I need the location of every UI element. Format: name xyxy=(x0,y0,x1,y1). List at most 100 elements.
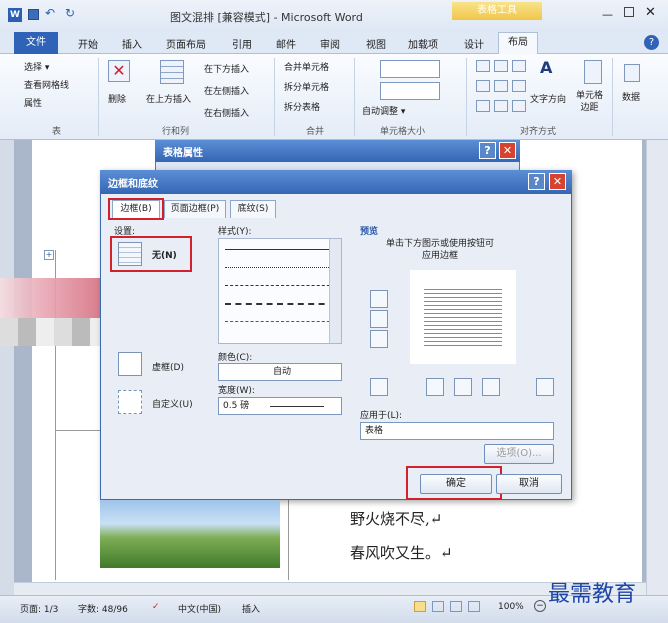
insert-above-button[interactable]: 在上方插入 xyxy=(146,92,191,105)
insert-below-button[interactable]: 在下方插入 xyxy=(204,62,249,75)
cancel-button[interactable]: 取消 xyxy=(496,474,562,494)
outline-view-icon[interactable] xyxy=(468,601,480,612)
left-border-icon[interactable] xyxy=(426,378,444,396)
style-dotted[interactable] xyxy=(225,267,335,268)
delete-icon[interactable]: ✕ xyxy=(108,60,130,82)
insert-left-button[interactable]: 在左侧插入 xyxy=(204,84,249,97)
apply-to-select[interactable]: 表格 xyxy=(360,422,554,440)
setting-grid-icon[interactable] xyxy=(118,352,142,376)
undo-icon[interactable]: ↶ xyxy=(45,6,55,20)
split-table-button[interactable]: 拆分表格 xyxy=(284,100,320,113)
preview-label: 预览 xyxy=(360,227,379,237)
row-height-input[interactable] xyxy=(380,60,440,78)
width-line-sample xyxy=(270,406,324,407)
vertical-scrollbar[interactable] xyxy=(646,140,668,595)
options-button[interactable]: 选项(O)... xyxy=(484,444,554,464)
right-border-icon[interactable] xyxy=(482,378,500,396)
tab-file[interactable]: 文件 xyxy=(14,32,58,54)
split-cells-button[interactable]: 拆分单元格 xyxy=(284,80,329,93)
help-icon[interactable]: ? xyxy=(644,35,659,50)
inside-horizontal-border-icon[interactable] xyxy=(370,310,388,328)
style-solid[interactable] xyxy=(225,249,335,250)
table-properties-close-icon[interactable]: ✕ xyxy=(499,142,516,159)
align-top-center-icon[interactable] xyxy=(494,60,508,72)
column-width-input[interactable] xyxy=(380,82,440,100)
group-label-cell-size: 单元格大小 xyxy=(380,127,426,137)
status-page[interactable]: 页面: 1/3 xyxy=(20,602,58,615)
style-dashed[interactable] xyxy=(225,285,335,286)
fullscreen-view-icon[interactable] xyxy=(432,601,444,612)
text-direction-button[interactable]: 文字方向 xyxy=(530,92,566,105)
setting-custom-icon[interactable] xyxy=(118,390,142,414)
tab-page-layout[interactable]: 页面布局 xyxy=(166,36,206,51)
zoom-out-icon[interactable]: − xyxy=(534,600,546,612)
tab-home[interactable]: 开始 xyxy=(78,36,98,51)
tab-review[interactable]: 审阅 xyxy=(320,36,340,51)
tab-mailings[interactable]: 邮件 xyxy=(276,36,296,51)
autofit-button[interactable]: 自动调整 ▾ xyxy=(362,104,405,117)
status-insert-mode[interactable]: 插入 xyxy=(242,602,260,615)
status-words[interactable]: 字数: 48/96 xyxy=(78,602,128,615)
table-move-handle-icon[interactable]: + xyxy=(44,250,54,260)
print-layout-view-icon[interactable] xyxy=(414,601,426,612)
borders-shading-help-icon[interactable]: ? xyxy=(528,173,545,190)
tab-design[interactable]: 设计 xyxy=(464,36,484,51)
diagonal-down-border-icon[interactable] xyxy=(536,378,554,396)
align-middle-center-icon[interactable] xyxy=(494,80,508,92)
save-icon[interactable] xyxy=(28,9,39,20)
tab-addins[interactable]: 加载项 xyxy=(408,36,438,51)
diagonal-up-border-icon[interactable] xyxy=(370,378,388,396)
setting-grid[interactable]: 虚框(D) xyxy=(152,360,184,373)
insert-above-icon[interactable] xyxy=(160,60,184,84)
style-long-dash[interactable] xyxy=(225,303,335,305)
align-middle-right-icon[interactable] xyxy=(512,80,526,92)
highlight-ok-button xyxy=(406,466,502,500)
cell-margins-icon[interactable] xyxy=(584,60,602,84)
tab-shading[interactable]: 底纹(S) xyxy=(230,200,276,218)
document-photo[interactable] xyxy=(100,500,280,568)
setting-custom[interactable]: 自定义(U) xyxy=(152,397,193,410)
style-list-scrollbar[interactable] xyxy=(329,239,341,343)
tab-view[interactable]: 视图 xyxy=(366,36,386,51)
merge-cells-button[interactable]: 合并单元格 xyxy=(284,60,329,73)
text-direction-icon[interactable]: A xyxy=(540,58,552,77)
data-icon[interactable] xyxy=(624,64,640,82)
table-properties-help-icon[interactable]: ? xyxy=(479,142,496,159)
align-bottom-right-icon[interactable] xyxy=(512,100,526,112)
cell-margins-button[interactable]: 单元格 边距 xyxy=(576,90,603,114)
color-select[interactable]: 自动 xyxy=(218,363,342,381)
insert-right-button[interactable]: 在右侧插入 xyxy=(204,106,249,119)
inside-vertical-border-icon[interactable] xyxy=(454,378,472,396)
data-button[interactable]: 数据 xyxy=(622,90,640,103)
align-bottom-center-icon[interactable] xyxy=(494,100,508,112)
close-icon[interactable]: ✕ xyxy=(645,5,656,20)
tab-references[interactable]: 引用 xyxy=(232,36,252,51)
borders-shading-close-icon[interactable]: ✕ xyxy=(549,173,566,190)
align-bottom-left-icon[interactable] xyxy=(476,100,490,112)
align-middle-left-icon[interactable] xyxy=(476,80,490,92)
tab-page-border[interactable]: 页面边框(P) xyxy=(164,200,226,218)
group-separator xyxy=(354,58,355,136)
style-dash-dot[interactable] xyxy=(225,321,335,322)
status-language[interactable]: 中文(中国) xyxy=(178,602,221,615)
bottom-border-icon[interactable] xyxy=(370,330,388,348)
tab-insert[interactable]: 插入 xyxy=(122,36,142,51)
select-button[interactable]: 选择 ▾ xyxy=(24,60,49,73)
zoom-level[interactable]: 100% xyxy=(498,602,524,612)
color-label: 颜色(C): xyxy=(218,353,253,363)
web-view-icon[interactable] xyxy=(450,601,462,612)
style-list[interactable] xyxy=(218,238,342,344)
restore-icon[interactable] xyxy=(624,7,634,17)
align-top-right-icon[interactable] xyxy=(512,60,526,72)
proofing-icon[interactable]: ✓ xyxy=(152,602,160,612)
align-top-left-icon[interactable] xyxy=(476,60,490,72)
delete-button[interactable]: 删除 xyxy=(108,92,126,105)
redo-icon[interactable]: ↻ xyxy=(65,6,75,20)
properties-button[interactable]: 属性 xyxy=(24,96,42,109)
group-label-alignment: 对齐方式 xyxy=(520,127,557,137)
top-border-icon[interactable] xyxy=(370,290,388,308)
word-app-icon[interactable]: W xyxy=(8,8,22,22)
tab-layout[interactable]: 布局 xyxy=(498,32,538,54)
view-gridlines-button[interactable]: 查看网格线 xyxy=(24,78,69,91)
minimize-icon[interactable]: — xyxy=(602,8,613,21)
